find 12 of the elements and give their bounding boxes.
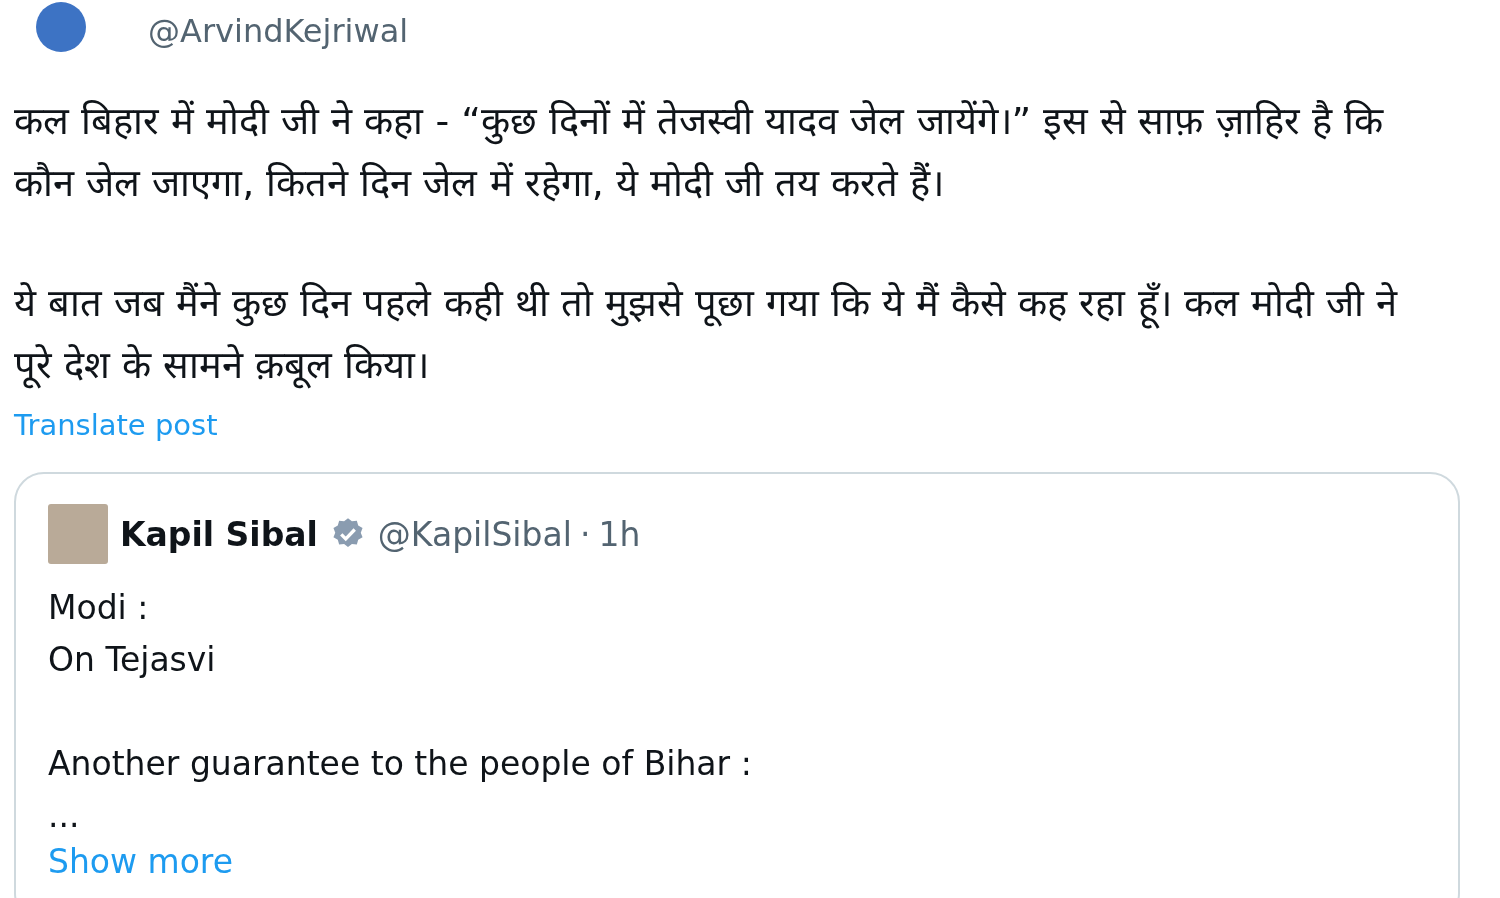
- quoted-post-text: Modi : On Tejasvi: [48, 587, 217, 681]
- avatar-placeholder[interactable]: [36, 2, 86, 52]
- post-time: 1h: [598, 514, 641, 554]
- quoted-author-handle: @KapilSibal: [377, 514, 572, 554]
- separator-dot: ·: [579, 514, 591, 554]
- post-text: कल बिहार में मोदी जी ने कहा - “कुछ दिनों में तेजस्वी यादव जेल जायेंगे।” इस से साफ़ ज़ाहिर है कि कौन जेल जाएगा, कितने दिन जेल में रहेगा, ये मोदी जी तय करते हैं।: [14, 98, 1385, 207]
- quoted-author-name[interactable]: Kapil Sibal: [120, 514, 318, 554]
- post-text: ये बात जब मैंने कुछ दिन पहले कही थी तो मुझसे पूछा गया कि ये मैं कैसे कह रहा हूँ। कल मोदी जी ने पूरे देश के सामने क़बूल किया।: [14, 280, 1399, 391]
- author-handle[interactable]: @ArvindKejriwal: [148, 12, 409, 50]
- quoted-post-card[interactable]: Kapil Sibal @KapilSibal · 1h Modi : On Tejasvi Another guarantee to the people of Bihar : ... Show more: [14, 472, 1460, 898]
- quoted-post-text: Another guarantee to the people of Bihar : ...: [48, 743, 753, 837]
- avatar-placeholder: [48, 504, 108, 564]
